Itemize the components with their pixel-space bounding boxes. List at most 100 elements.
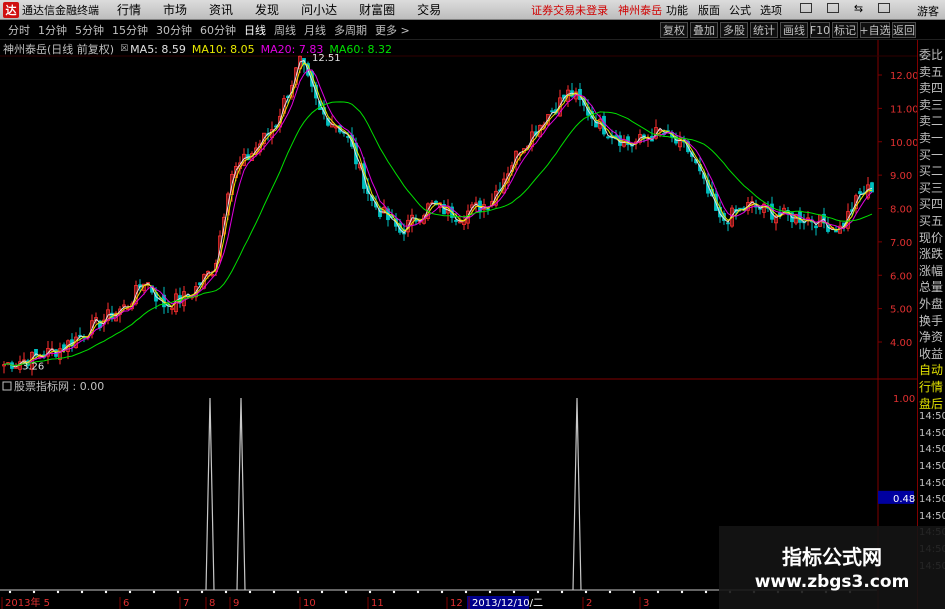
add-favorite-button[interactable]: +自选 (859, 22, 891, 38)
price-tick-label: 10.00 (890, 138, 917, 149)
period-fenshi[interactable]: 分时 (8, 22, 30, 38)
swap-icon[interactable]: ⇆ (854, 3, 863, 17)
quote-field-5: 卖一 (919, 131, 944, 145)
date-tick-label: 2013年 5 (5, 596, 50, 609)
price-tick-label: 9.00 (890, 171, 912, 182)
quote-field-11: 现价 (919, 230, 944, 245)
quote-field-8: 买三 (919, 180, 944, 195)
guest-label[interactable]: 游客 (917, 3, 939, 19)
period-1min[interactable]: 1分钟 (38, 22, 67, 38)
quote-field-13: 涨幅 (919, 263, 944, 278)
date-tick-label: 10 (303, 598, 316, 609)
menu-faxian[interactable]: 发现 (255, 1, 279, 18)
chart-icon[interactable] (877, 3, 890, 13)
indicator-dot (560, 590, 564, 594)
indicator-dot (56, 590, 60, 594)
quote-field-10: 买五 (919, 214, 944, 228)
period-daily[interactable]: 日线 (244, 22, 266, 38)
period-5min[interactable]: 5分钟 (75, 22, 104, 38)
watermark-url: www.zbgs3.com (754, 572, 910, 592)
quote-field-19: 自动 (919, 363, 944, 378)
date-tick-label: 7 (183, 598, 189, 609)
period-60min[interactable]: 60分钟 (200, 22, 236, 38)
indicator-dot (416, 590, 420, 594)
quote-field-2: 卖四 (919, 81, 944, 96)
ma60-line (3, 101, 873, 366)
quote-field-4: 卖二 (919, 114, 944, 129)
candle-body (726, 222, 730, 225)
quote-field-7: 买二 (919, 164, 944, 179)
menu-gongneng[interactable]: 功能 (666, 2, 688, 18)
quote-field-25: 14:50 (919, 461, 945, 472)
indicator-dot (296, 590, 300, 594)
indicator-label: 股票指标网 : 0.00 (14, 379, 104, 393)
indicator-dot (368, 590, 372, 594)
indicator-spike (205, 397, 215, 591)
quote-field-24: 14:50 (919, 444, 945, 456)
indicator-dot (488, 590, 492, 594)
fuquan-button[interactable]: 复权 (660, 22, 688, 38)
quote-field-14: 总量 (919, 280, 944, 295)
indicator-dot (512, 590, 516, 594)
indicator-dot (32, 590, 36, 594)
kline-chart[interactable]: 4.00 5.00 6.00 7.00 8.00 9.00 10.00 11.00 12.00 1… (0, 40, 917, 609)
menu-zixun[interactable]: 资讯 (209, 1, 233, 18)
menu-jiaoyi[interactable]: 交易 (417, 1, 441, 18)
menu-gongshi[interactable]: 公式 (729, 2, 751, 18)
price-tick-label: 12.00 (890, 71, 917, 82)
back-button[interactable]: 返回 (892, 22, 916, 38)
menu-shichang[interactable]: 市场 (163, 1, 187, 18)
quote-field-28: 14:50 (919, 510, 945, 522)
period-15min[interactable]: 15分钟 (112, 22, 148, 38)
date-tick-label: 3 (643, 598, 649, 609)
diejia-button[interactable]: 叠加 (690, 22, 718, 38)
menu-xuanxiang[interactable]: 选项 (760, 2, 782, 18)
period-multi[interactable]: 多周期 (334, 22, 367, 38)
price-tick-label: 6.00 (890, 271, 912, 282)
login-status[interactable]: 证券交易未登录 (531, 2, 608, 18)
indicator-dot (272, 590, 276, 594)
menu-bar: 达 通达信金融终端 行情 市场 资讯 发现 问小达 财富圈 交易 证券交易未登录… (0, 0, 945, 20)
indicator-toggle-icon[interactable] (2, 381, 12, 391)
indicator-dot (440, 590, 444, 594)
period-more[interactable]: 更多 > (375, 22, 410, 38)
duogu-button[interactable]: 多股 (720, 22, 748, 38)
current-stock-name: 神州泰岳 (618, 3, 663, 17)
indicator-tick-label: 1.00 (893, 394, 915, 405)
app-title: 通达信金融终端 (22, 3, 99, 17)
indicator-spike (572, 397, 582, 591)
app-logo-icon: 达 (3, 1, 19, 18)
quote-field-18: 收益 (919, 346, 944, 361)
huaxian-button[interactable]: 画线 (780, 22, 808, 38)
candle-body (454, 220, 458, 222)
indicator-dot (320, 590, 324, 594)
grid-icon[interactable] (826, 3, 839, 13)
menu-wenxiaoda[interactable]: 问小达 (301, 1, 337, 18)
date-tick-label: 12 (450, 598, 463, 609)
price-tick-label: 4.00 (890, 338, 912, 349)
tongji-button[interactable]: 统计 (750, 22, 778, 38)
indicator-tick-label: 0.48 (893, 494, 915, 505)
quote-side-panel: 委比 卖五 卖四 卖三 卖二 卖一 买一 买二 买三 买四 买五 现价 涨跌 涨幅 总量 外盘 换手 净资 收益 自动… (917, 40, 945, 609)
biaoji-button[interactable]: 标记 (832, 22, 858, 38)
indicator-dot (608, 590, 612, 594)
quote-field-1: 卖五 (919, 64, 944, 79)
indicator-dot (248, 590, 252, 594)
quote-field-15: 外盘 (919, 297, 944, 311)
monitor-icon[interactable] (800, 3, 812, 13)
indicator-dot (464, 590, 468, 594)
date-tick-label: 8 (209, 598, 215, 609)
period-weekly[interactable]: 周线 (274, 22, 296, 38)
f10-button[interactable]: F10 (810, 22, 830, 38)
watermark-title: 指标公式网 (782, 545, 882, 569)
menu-hangqing[interactable]: 行情 (117, 1, 141, 18)
indicator-spike (236, 397, 246, 591)
period-monthly[interactable]: 月线 (304, 22, 326, 38)
menu-banmian[interactable]: 版面 (698, 2, 720, 18)
indicator-dot (680, 590, 684, 594)
watermark: 指标公式网 www.zbgs3.com (719, 526, 945, 609)
indicator-dot (8, 590, 12, 594)
period-30min[interactable]: 30分钟 (156, 22, 192, 38)
quote-field-3: 卖三 (919, 97, 944, 112)
menu-caifuquan[interactable]: 财富圈 (359, 1, 395, 18)
